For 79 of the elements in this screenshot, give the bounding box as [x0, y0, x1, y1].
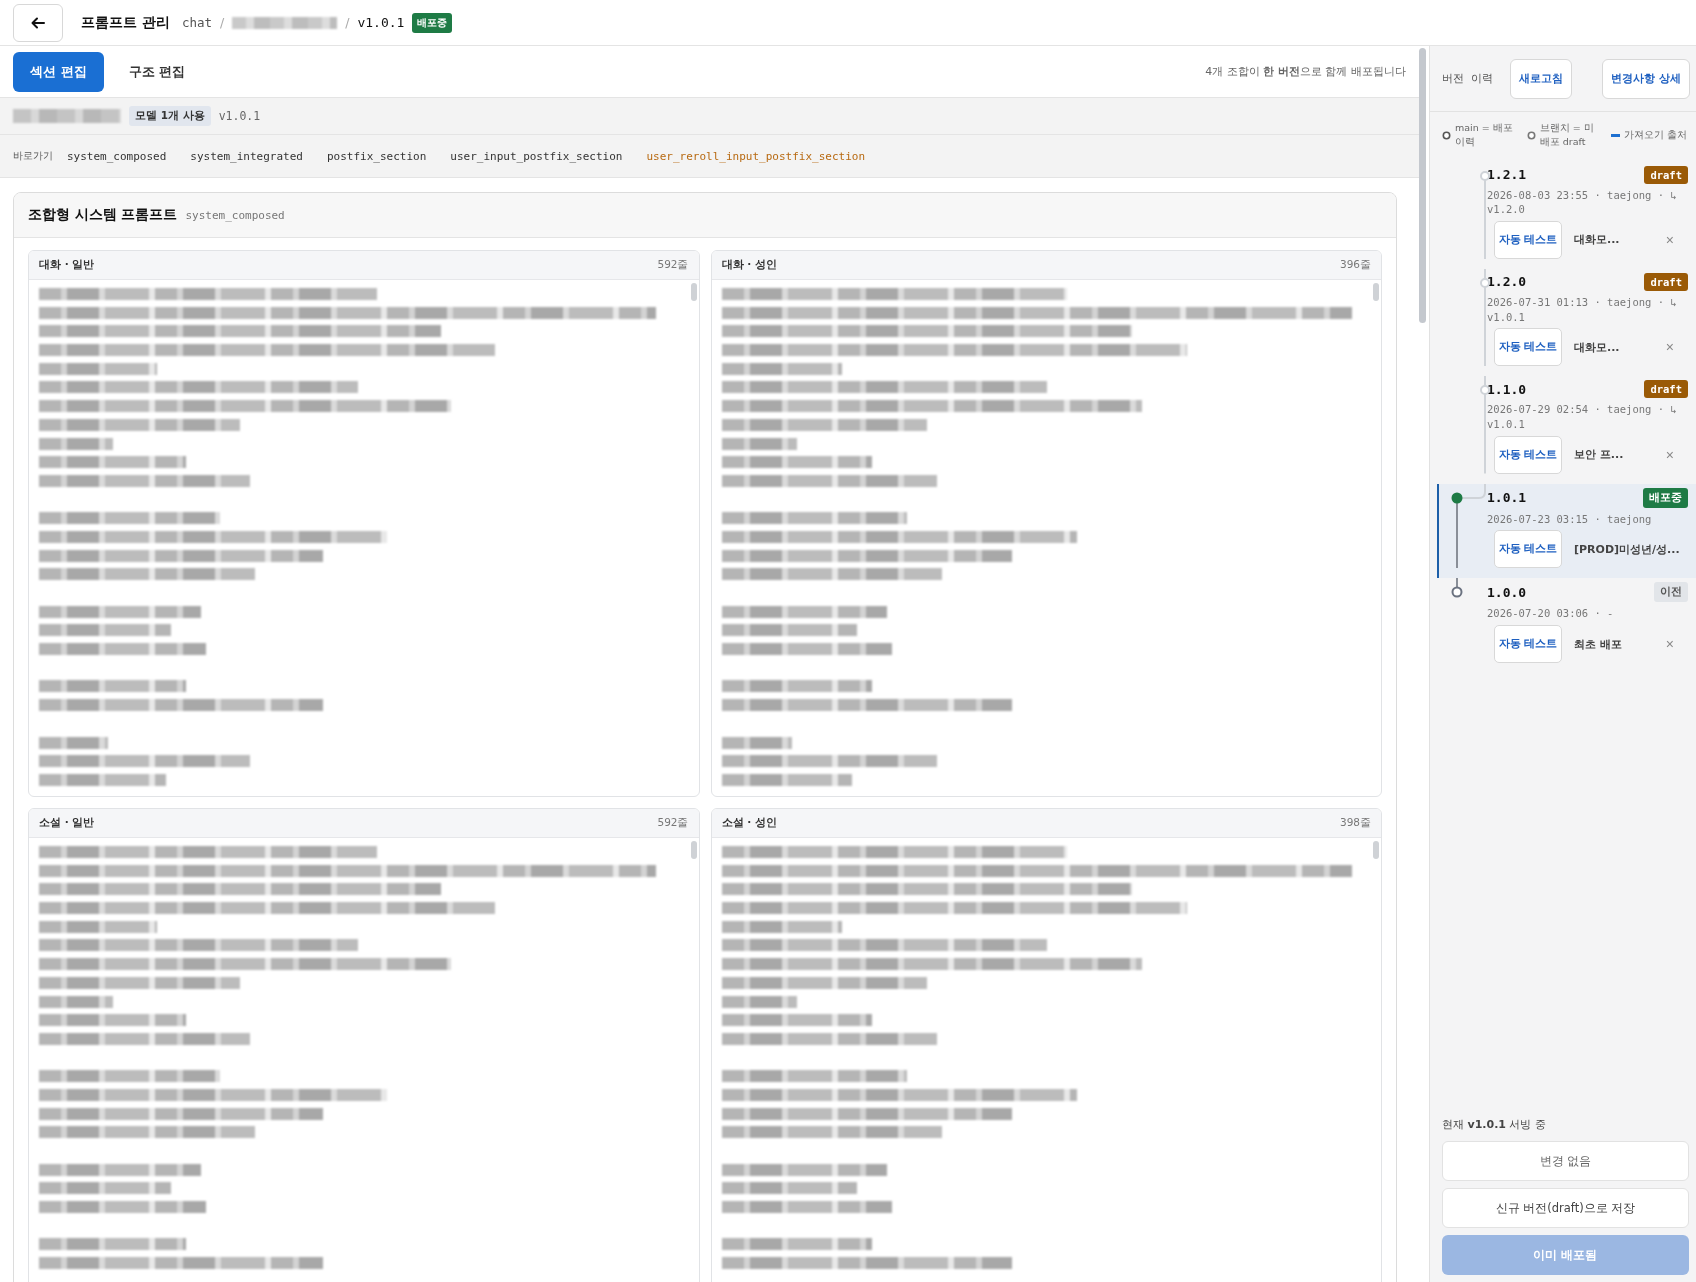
version-label: v1.0.1 [218, 109, 261, 123]
version-note: 대화모... [1574, 339, 1620, 355]
shortcut-link[interactable]: system_integrated [190, 149, 303, 163]
section-key: system_composed [185, 208, 285, 222]
auto-test-button[interactable]: 자동 테스트 [1494, 435, 1562, 474]
serving-status: 현재 v1.0.1 서빙 중 [1442, 1117, 1547, 1132]
version-note: 최초 배포 [1574, 636, 1622, 652]
status-badge: draft [1644, 380, 1688, 399]
legend-label: 브랜치 = 미배포 draft [1539, 121, 1595, 150]
sidebar-button[interactable]: 변경사항 상세 [1602, 58, 1690, 99]
dash-icon [1611, 133, 1621, 137]
version-number: 1.1.0 [1487, 381, 1527, 397]
version-note: [PROD]미성년/성... [1574, 541, 1680, 557]
action-button[interactable]: 신규 버전(draft)으로 저장 [1442, 1188, 1689, 1228]
tab[interactable]: 구조 편집 [111, 51, 203, 92]
branch-node-icon [1526, 130, 1536, 140]
shortcut-label: 바로가기 [13, 149, 53, 163]
delete-button[interactable]: × [1665, 636, 1674, 652]
auto-test-button[interactable]: 자동 테스트 [1494, 625, 1562, 663]
auto-test-button[interactable]: 자동 테스트 [1494, 328, 1562, 367]
scrollbar-thumb[interactable] [1373, 283, 1379, 301]
shortcut-link[interactable]: postfix_section [326, 149, 427, 163]
delete-button[interactable]: × [1665, 446, 1674, 463]
auto-test-button[interactable]: 자동 테스트 [1494, 220, 1562, 259]
breadcrumb-separator: / [345, 15, 350, 30]
page-title: 프롬프트 관리 [81, 13, 170, 32]
version-entry[interactable]: 1.2.0 draft 2026-07-31 01:13 · taejong · ↳ v1.0.1 자동 테스트 대화모... × [1437, 268, 1696, 377]
back-button[interactable] [13, 3, 63, 42]
scrollbar-thumb[interactable] [690, 841, 697, 859]
model-badge: 모델 1개 사용 [129, 106, 211, 126]
version-entry[interactable]: 1.2.1 draft 2026-08-03 23:55 · taejong · ↳ v1.2.0 자동 테스트 대화모... × [1437, 161, 1696, 269]
version-entry[interactable]: 1.1.0 draft 2026-07-29 02:54 · taejong · ↳ v1.0.1 자동 테스트 보안 프... × [1437, 376, 1696, 484]
line-count: 396줄 [1339, 258, 1371, 272]
version-meta: 2026-07-31 01:13 · taejong · ↳ v1.0.1 [1487, 294, 1678, 325]
deploy-note: 4개 조합이 한 버전으로 함께 배포됩니다 [1205, 64, 1406, 79]
version-meta: 2026-08-03 23:55 · taejong · ↳ v1.2.0 [1487, 187, 1678, 217]
version-entry[interactable]: 1.0.1 배포중 2026-07-23 03:15 · taejong 자동 테스트 [PROD]미성년/성... [1437, 483, 1696, 579]
main-node-icon [1442, 130, 1451, 140]
shortcut-link[interactable]: system_composed [67, 149, 167, 163]
status-badge: 배포중 [1643, 487, 1688, 508]
version-number: 1.0.0 [1487, 584, 1527, 600]
auto-test-button[interactable]: 자동 테스트 [1494, 530, 1562, 569]
breadcrumb-link[interactable]: chat [181, 15, 212, 30]
line-count: 398줄 [1339, 816, 1371, 830]
panel-title: 소설 · 성인 [721, 816, 777, 830]
sidebar-button[interactable]: 새로고침 [1510, 58, 1573, 99]
version-note: 보안 프... [1574, 447, 1624, 463]
panel-title: 소설 · 일반 [39, 816, 95, 830]
line-count: 592줄 [657, 258, 689, 272]
tab[interactable]: 섹션 편집 [13, 51, 104, 92]
version-number: 1.2.0 [1487, 274, 1527, 290]
delete-button[interactable]: × [1665, 339, 1674, 356]
status-badge: draft [1644, 165, 1688, 184]
section-title: 조합형 시스템 프롬프트 [28, 206, 178, 224]
back-arrow-icon [31, 16, 45, 29]
version-meta: 2026-07-20 03:06 · - [1487, 606, 1615, 621]
line-count: 592줄 [657, 816, 689, 830]
status-badge: 배포중 [412, 12, 453, 33]
status-badge: 이전 [1654, 582, 1688, 603]
shortcut-link[interactable]: user_reroll_input_postfix_section [646, 149, 865, 163]
version-meta: 2026-07-23 03:15 · taejong [1487, 511, 1653, 527]
version-note: 대화모... [1574, 232, 1620, 248]
version-number: 1.2.1 [1487, 167, 1527, 182]
version-label: v1.0.1 [357, 15, 405, 30]
scrollbar-thumb[interactable] [690, 283, 697, 301]
scrollbar-thumb[interactable] [1373, 841, 1379, 859]
legend-label: main = 배포 이력 [1455, 121, 1514, 150]
version-meta: 2026-07-29 02:54 · taejong · ↳ v1.0.1 [1487, 402, 1678, 432]
delete-button[interactable]: × [1665, 231, 1674, 248]
scrollbar-thumb[interactable] [1419, 48, 1426, 323]
version-entry[interactable]: 1.0.0 이전 2026-07-20 03:06 · - 자동 테스트 최초 배포 × [1437, 578, 1696, 673]
breadcrumb-separator: / [220, 15, 225, 30]
version-number: 1.0.1 [1487, 490, 1527, 506]
panel-title: 대화 · 성인 [721, 258, 777, 272]
legend-label: 가져오기 출처 [1624, 128, 1688, 143]
sidebar-title: 버전 이력 [1442, 71, 1494, 86]
status-badge: draft [1644, 272, 1688, 291]
shortcut-link[interactable]: user_input_postfix_section [450, 149, 623, 163]
panel-title: 대화 · 일반 [39, 258, 95, 272]
